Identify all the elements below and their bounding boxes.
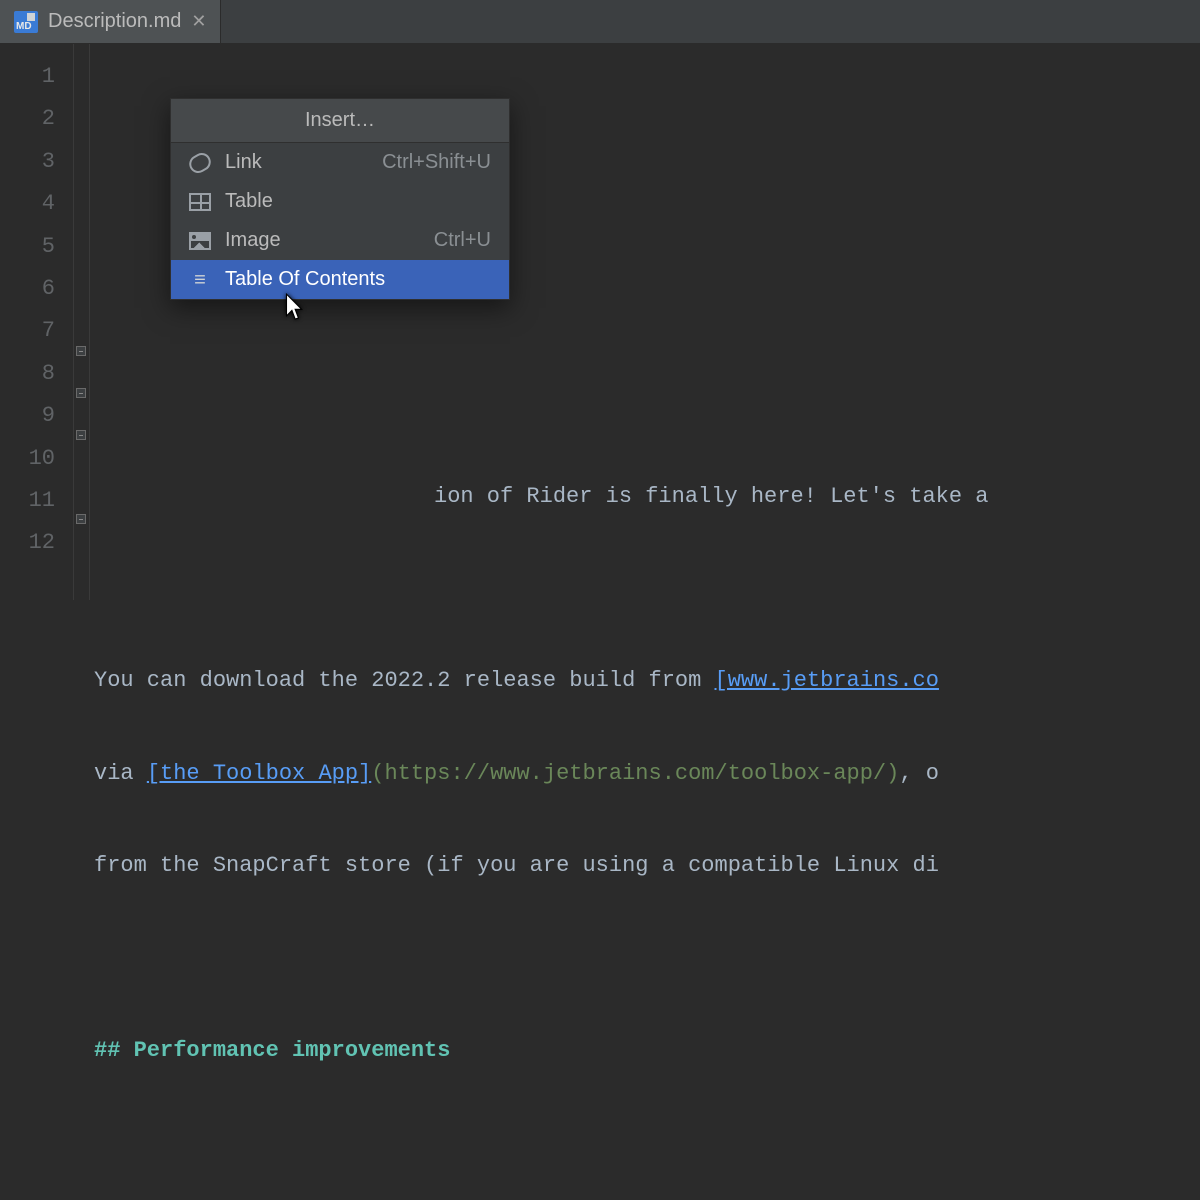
line-number: 8: [0, 353, 73, 395]
line-number: 1: [0, 56, 73, 98]
menu-title: Insert…: [171, 99, 509, 143]
insert-menu: Insert… Link Ctrl+Shift+U Table Image Ct…: [170, 98, 510, 300]
tab-label: Description.md: [48, 10, 181, 33]
line-number: 6: [0, 268, 73, 310]
code-text: via: [94, 761, 147, 786]
code-text: ion of Rider is finally here! Let's take…: [434, 484, 1002, 509]
menu-item-shortcut: Ctrl+Shift+U: [382, 151, 491, 174]
menu-item-toc[interactable]: Table Of Contents: [171, 260, 509, 299]
code-url: (https://www.jetbrains.com/toolbox-app/): [371, 761, 899, 786]
code-link: [the Toolbox App]: [147, 761, 371, 786]
link-icon: [189, 154, 211, 172]
fold-toggle-icon[interactable]: [76, 430, 86, 440]
line-number: 10: [0, 438, 73, 480]
close-icon[interactable]: ✕: [191, 11, 206, 32]
code-link: [www.jetbrains.co: [715, 668, 939, 693]
code-text: from the SnapCraft store (if you are usi…: [94, 853, 939, 878]
menu-item-label: Table Of Contents: [225, 268, 477, 291]
fold-toggle-icon[interactable]: [76, 388, 86, 398]
line-number: 5: [0, 226, 73, 268]
menu-item-link[interactable]: Link Ctrl+Shift+U: [171, 143, 509, 182]
code-text: You can download the 2022.2 release buil…: [94, 668, 715, 693]
code-heading: ## Performance improvements: [94, 1038, 450, 1063]
menu-item-label: Image: [225, 229, 420, 252]
tab-bar: Description.md ✕: [0, 0, 1200, 44]
line-number: 7: [0, 310, 73, 352]
fold-toggle-icon[interactable]: [76, 514, 86, 524]
image-icon: [189, 232, 211, 250]
markdown-file-icon: [14, 11, 38, 33]
line-number: 11: [0, 480, 73, 522]
menu-item-label: Link: [225, 151, 368, 174]
fold-toggle-icon[interactable]: [76, 346, 86, 356]
line-number: 9: [0, 395, 73, 437]
line-number: 4: [0, 183, 73, 225]
menu-item-label: Table: [225, 190, 477, 213]
list-icon: [189, 271, 211, 289]
menu-item-image[interactable]: Image Ctrl+U: [171, 221, 509, 260]
table-icon: [189, 193, 211, 211]
tab-description-md[interactable]: Description.md ✕: [0, 0, 221, 43]
fold-strip: [74, 44, 90, 600]
menu-item-table[interactable]: Table: [171, 182, 509, 221]
line-number: 12: [0, 522, 73, 564]
line-number-gutter: 1 2 3 4 5 6 7 8 9 10 11 12: [0, 44, 74, 600]
menu-item-shortcut: Ctrl+U: [434, 229, 491, 252]
code-text: , o: [899, 761, 939, 786]
line-number: 3: [0, 141, 73, 183]
line-number: 2: [0, 98, 73, 140]
